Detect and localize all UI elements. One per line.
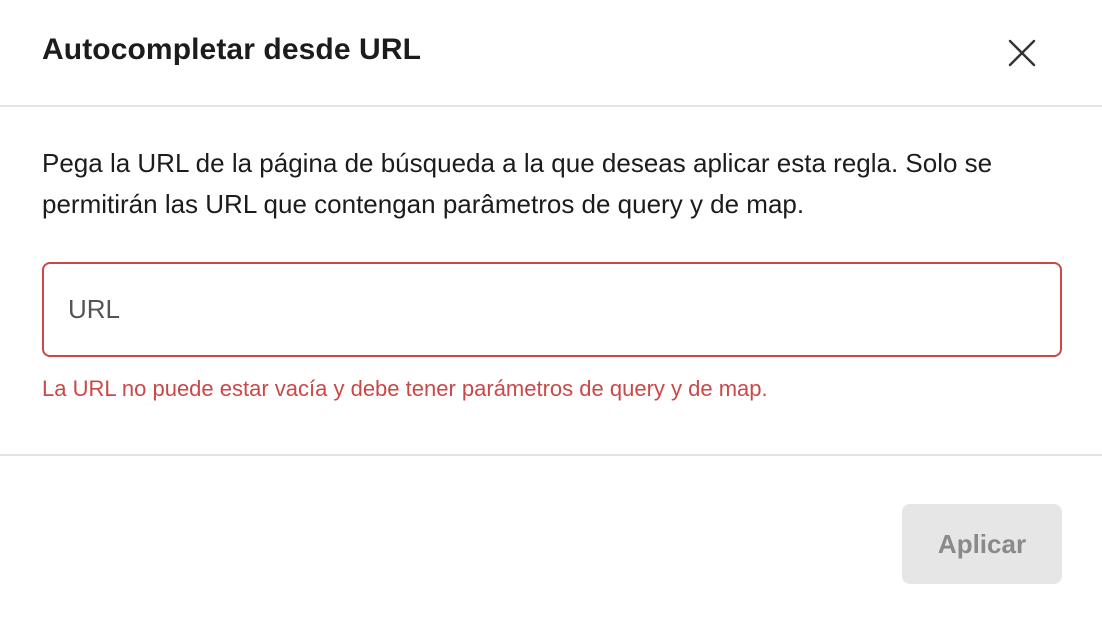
dialog-header: Autocompletar desde URL (0, 0, 1102, 107)
dialog-title: Autocompletar desde URL (42, 33, 422, 66)
apply-button[interactable]: Aplicar (902, 504, 1062, 584)
close-icon (1008, 39, 1036, 67)
url-error-message: La URL no puede estar vacía y debe tener… (42, 376, 768, 401)
autocomplete-url-dialog: Autocompletar desde URL Pega la URL de l… (0, 0, 1102, 622)
close-button[interactable] (1000, 31, 1044, 75)
dialog-body: Pega la URL de la página de búsqueda a l… (0, 107, 1102, 455)
url-input[interactable] (42, 262, 1062, 357)
dialog-description: Pega la URL de la página de búsqueda a l… (42, 148, 993, 219)
dialog-footer: Aplicar (0, 454, 1102, 622)
